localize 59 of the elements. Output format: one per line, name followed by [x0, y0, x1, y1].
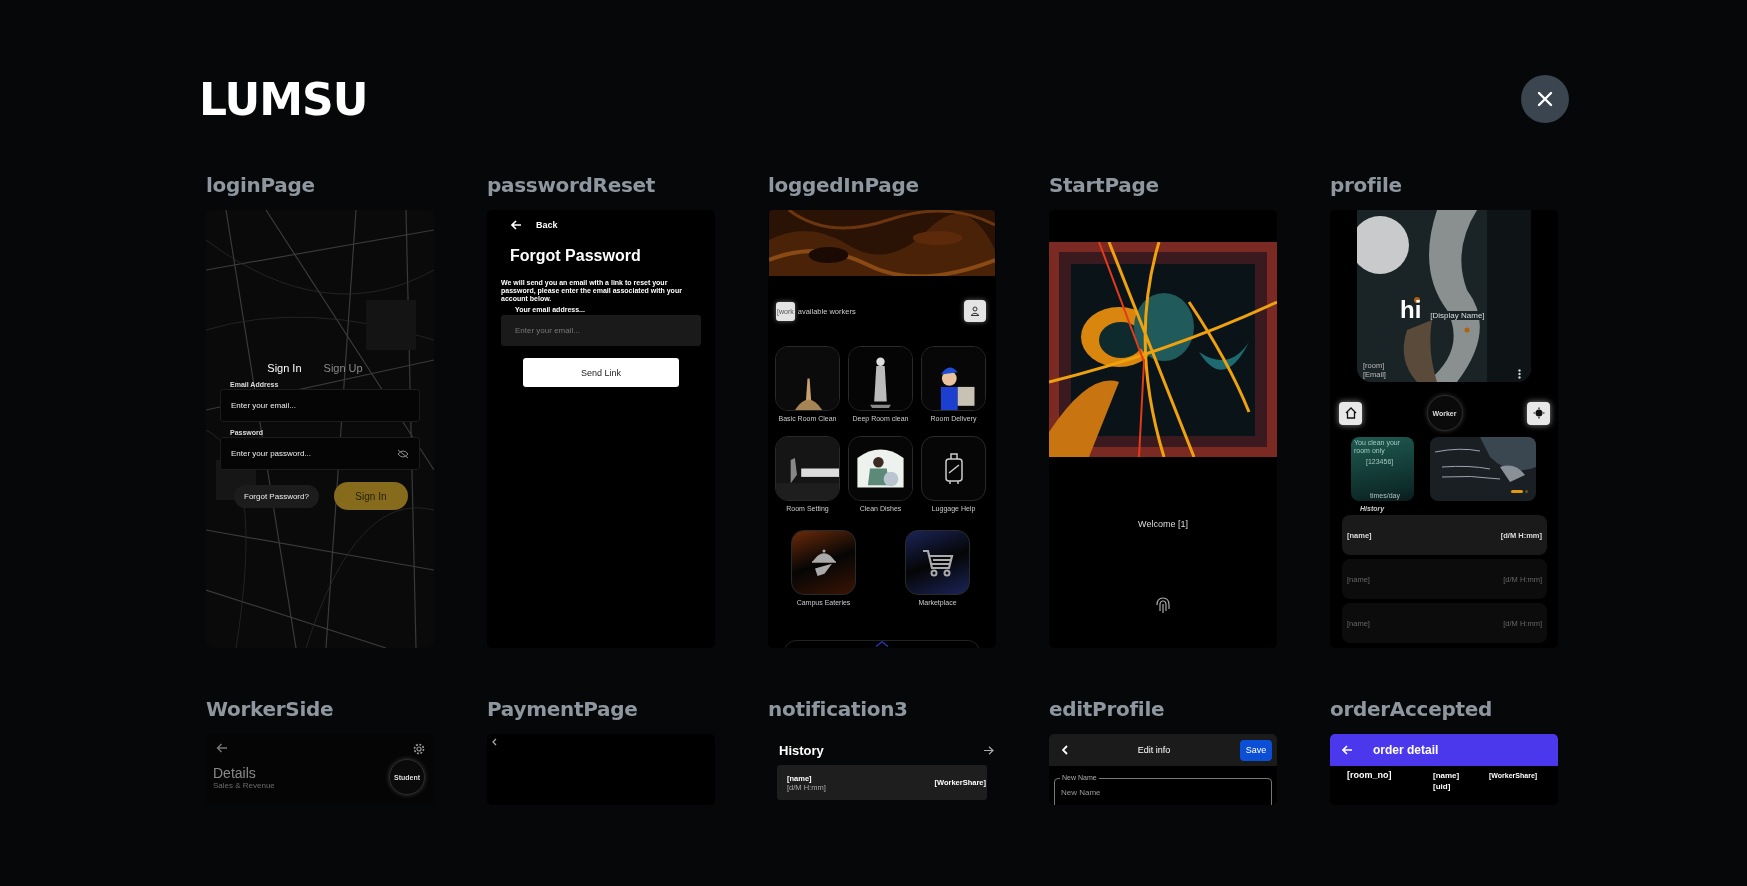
service-tile[interactable]	[791, 530, 856, 595]
back-arrow-icon[interactable]	[216, 743, 228, 753]
screen-title: passwordReset	[487, 173, 657, 199]
order-field: [room_no]	[1347, 770, 1433, 780]
home-icon	[1344, 407, 1357, 419]
screen-title: notification3	[768, 697, 909, 723]
service-tile[interactable]	[921, 346, 986, 411]
sun-icon	[1532, 407, 1545, 419]
order-field: [uid]	[1433, 782, 1489, 791]
send-link-button[interactable]: Send Link	[523, 358, 679, 387]
service-tile[interactable]	[775, 346, 840, 411]
screen-title: loginPage	[206, 173, 316, 199]
tab[interactable]: Sign In	[267, 362, 302, 374]
service-tile[interactable]	[905, 530, 970, 595]
eye-off-icon[interactable]	[397, 448, 409, 459]
theme-toggle-button[interactable]	[1527, 401, 1550, 425]
settings-icon[interactable]	[413, 743, 425, 755]
display-name: [Display Name]	[1429, 311, 1486, 320]
email-field[interactable]: Enter your email...	[501, 315, 701, 346]
screen-title: profile	[1330, 173, 1403, 199]
fingerprint-icon[interactable]	[1155, 596, 1171, 614]
save-button[interactable]: Save	[1240, 739, 1272, 761]
close-icon[interactable]	[1536, 90, 1554, 108]
tab[interactable]: Sign Up	[323, 362, 363, 374]
home-button[interactable]	[1339, 401, 1362, 425]
screen-title: editProfile	[1049, 697, 1166, 723]
screen-title: StartPage	[1049, 173, 1160, 199]
service-tile[interactable]	[848, 436, 913, 501]
arrow-right-icon[interactable]	[984, 746, 994, 755]
page-heading: Forgot Password	[510, 247, 642, 265]
section-title: Details	[213, 764, 257, 781]
close-button[interactable]	[1521, 75, 1569, 123]
text-input[interactable]: Enter your password...	[221, 438, 397, 469]
more-options-icon[interactable]	[1518, 369, 1521, 379]
service-tile[interactable]	[848, 346, 913, 411]
cart-icon	[920, 547, 955, 578]
screen-title: loggedInPage	[768, 173, 920, 199]
arrow-left-icon	[511, 220, 522, 230]
order-field: [name]	[1433, 770, 1489, 780]
page-title: Edit info	[1137, 745, 1171, 755]
service-tile[interactable]	[775, 436, 840, 501]
back-chevron-icon[interactable]	[492, 738, 497, 746]
app-title: LUMSU	[199, 73, 368, 125]
screen-title: WorkerSide	[206, 697, 335, 723]
screen-preview[interactable]: Welcome [1]	[1049, 210, 1277, 648]
suitcase-icon	[942, 452, 965, 485]
back-button[interactable]: Back	[511, 220, 701, 230]
profile-button[interactable]	[964, 300, 986, 322]
screen-title: PaymentPage	[487, 697, 639, 723]
section-title: History	[779, 743, 824, 758]
welcome-text: Welcome [1]	[1137, 519, 1189, 529]
greeting-text: hi	[1400, 296, 1422, 324]
input-field[interactable]: Enter your password...	[220, 437, 420, 470]
service-tile[interactable]	[921, 436, 986, 501]
page-title: order detail	[1373, 743, 1439, 757]
section-subtitle: Sales & Revenue	[213, 780, 275, 790]
person-icon	[970, 306, 980, 316]
page-indicator[interactable]	[1511, 490, 1523, 493]
screen-title: orderAccepted	[1330, 697, 1493, 723]
